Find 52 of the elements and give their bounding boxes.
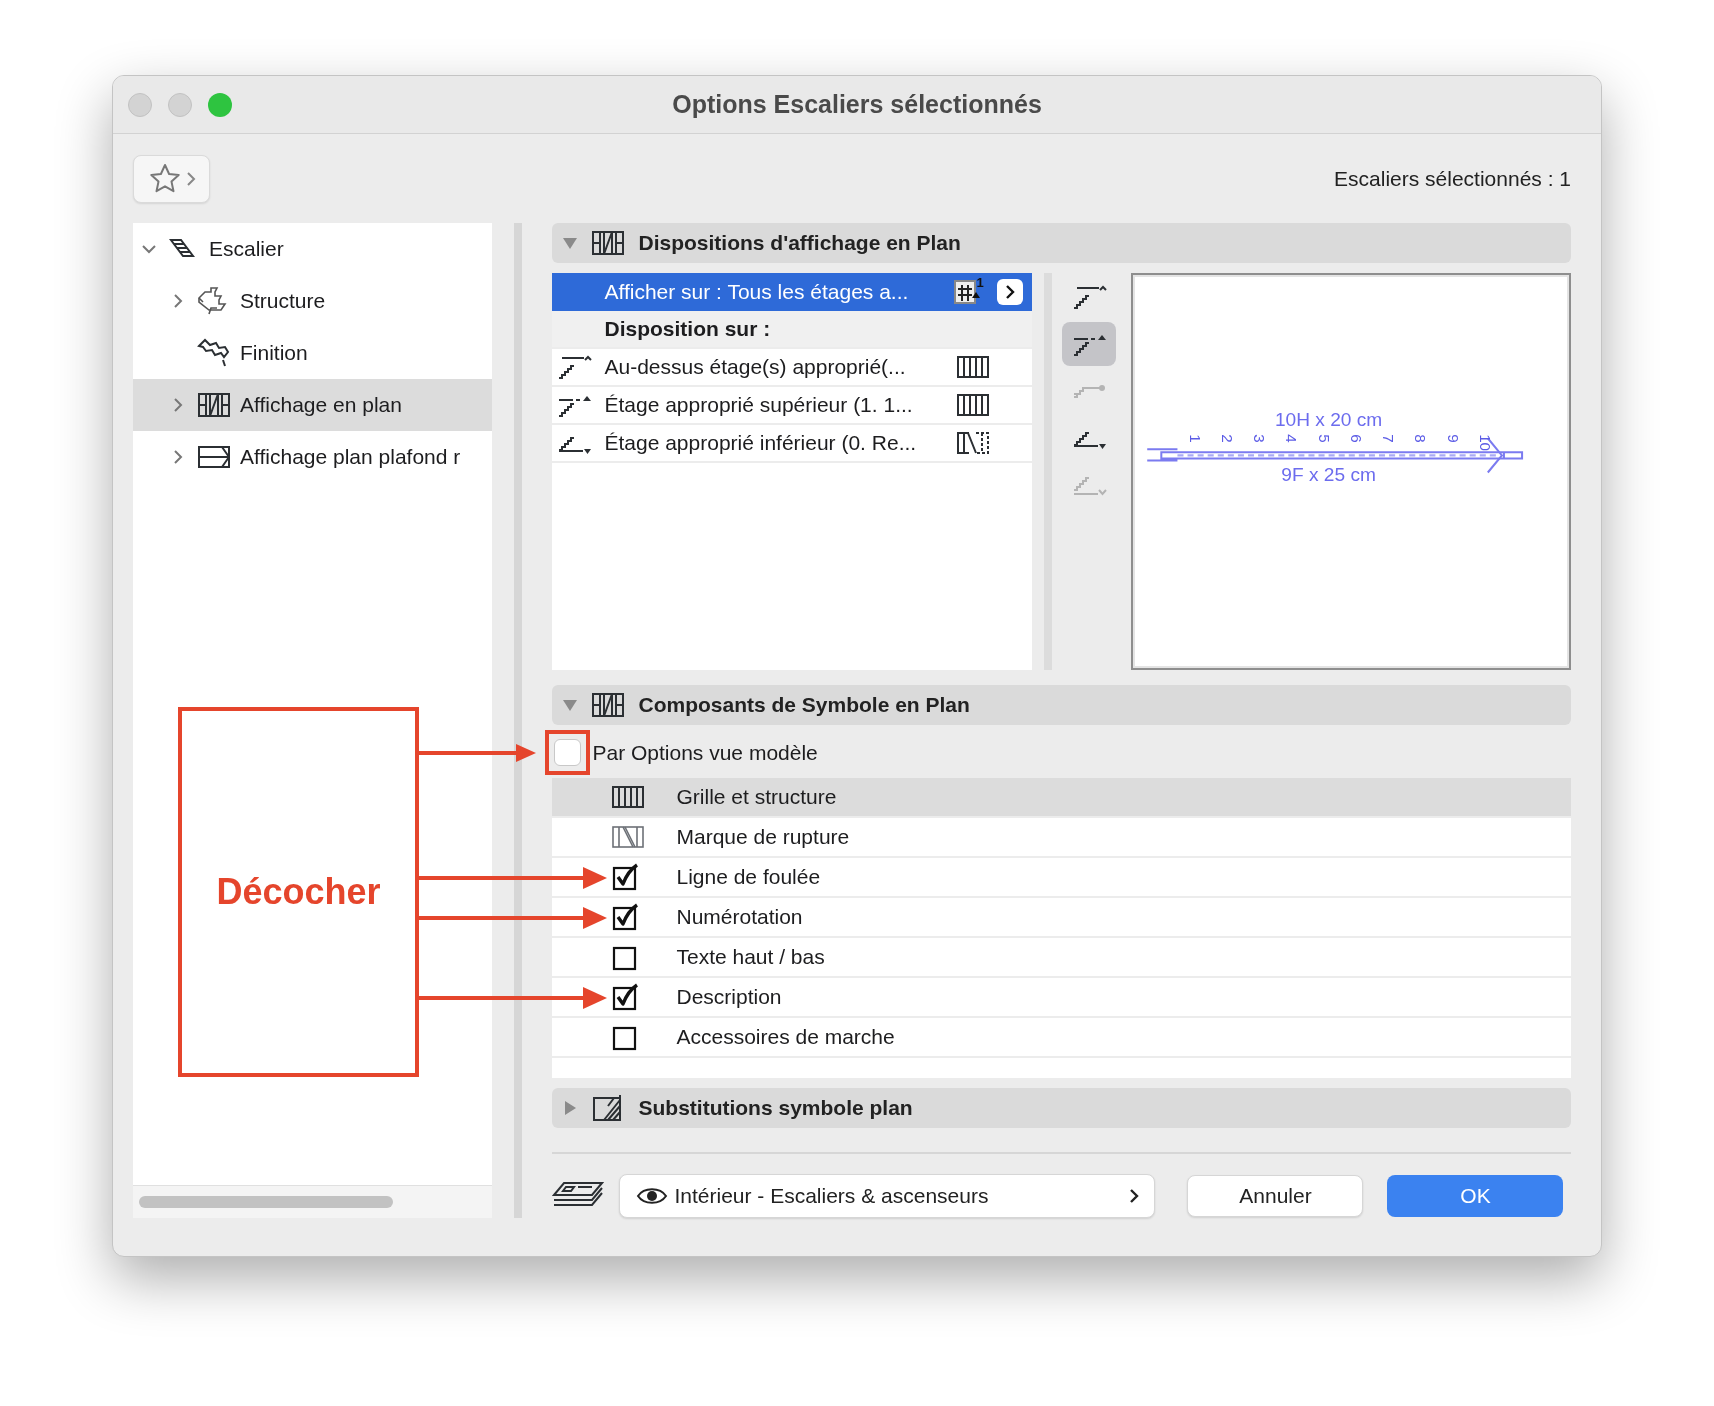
tree-item[interactable]: Affichage plan plafond r xyxy=(133,431,493,483)
stair-view-button[interactable] xyxy=(1062,322,1117,367)
view-dropdown[interactable]: Intérieur - Escaliers & ascenseurs xyxy=(619,1174,1156,1218)
eye-icon xyxy=(636,1186,669,1206)
list-item[interactable]: Ligne de foulée xyxy=(552,857,1571,898)
list-heading: Disposition sur : xyxy=(604,317,771,342)
ok-button[interactable]: OK xyxy=(1387,1175,1564,1217)
step-number: 2 xyxy=(1219,434,1237,443)
list-item[interactable]: Accessoires de marche xyxy=(552,1017,1571,1058)
step-number: 8 xyxy=(1412,434,1430,443)
step-number: 7 xyxy=(1380,434,1398,443)
list-item[interactable]: Afficher sur : Tous les étages a... 1 xyxy=(552,273,1033,312)
section-header[interactable]: Composants de Symbole en Plan xyxy=(552,685,1571,726)
step-number: 5 xyxy=(1316,434,1333,443)
tree-item[interactable]: Escalier xyxy=(133,223,493,275)
tree-item[interactable]: Structure xyxy=(133,275,493,327)
grid-icon xyxy=(612,785,645,808)
favorites-button[interactable] xyxy=(133,154,210,203)
plan-icon xyxy=(592,230,625,257)
step-number: 4 xyxy=(1283,434,1301,443)
chevron-button[interactable] xyxy=(997,279,1024,306)
grid-icon xyxy=(957,356,990,379)
chevron-icon xyxy=(185,170,196,187)
pattern-icon xyxy=(612,825,645,848)
tree-item[interactable]: Finition xyxy=(133,327,493,379)
list-item[interactable]: Numérotation xyxy=(552,897,1571,938)
plan-icon xyxy=(592,692,625,719)
list-item[interactable]: Marque de rupture xyxy=(552,817,1571,858)
selection-count: Escaliers sélectionnés : 1 xyxy=(1334,166,1571,191)
step-number: 6 xyxy=(1348,434,1366,443)
step-number: 9 xyxy=(1444,434,1462,443)
scrollbar[interactable] xyxy=(139,1196,393,1208)
splitter[interactable] xyxy=(514,223,523,1218)
list-item[interactable]: Texte haut / bas xyxy=(552,937,1571,978)
chevron-icon xyxy=(1128,1188,1141,1204)
step-number: 3 xyxy=(1251,434,1269,443)
dimension-label: 10H x 20 cm xyxy=(1275,409,1383,431)
step-number: 1 xyxy=(1187,434,1204,443)
section-header[interactable]: Dispositions d'affichage en Plan xyxy=(552,223,1571,264)
step-number: 10 xyxy=(1477,434,1495,452)
grid-icon xyxy=(957,394,990,417)
section-header[interactable]: Substitutions symbole plan xyxy=(552,1087,1571,1128)
dimension-label: 9F x 25 cm xyxy=(1281,463,1377,485)
list-item[interactable]: Description xyxy=(552,977,1571,1018)
list-item[interactable]: Grille et structure xyxy=(552,777,1571,818)
cancel-button[interactable]: Annuler xyxy=(1187,1175,1364,1217)
checkbox[interactable] xyxy=(554,739,582,767)
window-title: Options Escaliers sélectionnés xyxy=(672,90,1042,119)
checkbox-label: Par Options vue modèle xyxy=(592,740,818,765)
pattern-icon xyxy=(957,432,990,455)
tree-item[interactable]: Affichage en plan xyxy=(133,379,493,431)
annotation-label: Décocher xyxy=(216,871,381,913)
